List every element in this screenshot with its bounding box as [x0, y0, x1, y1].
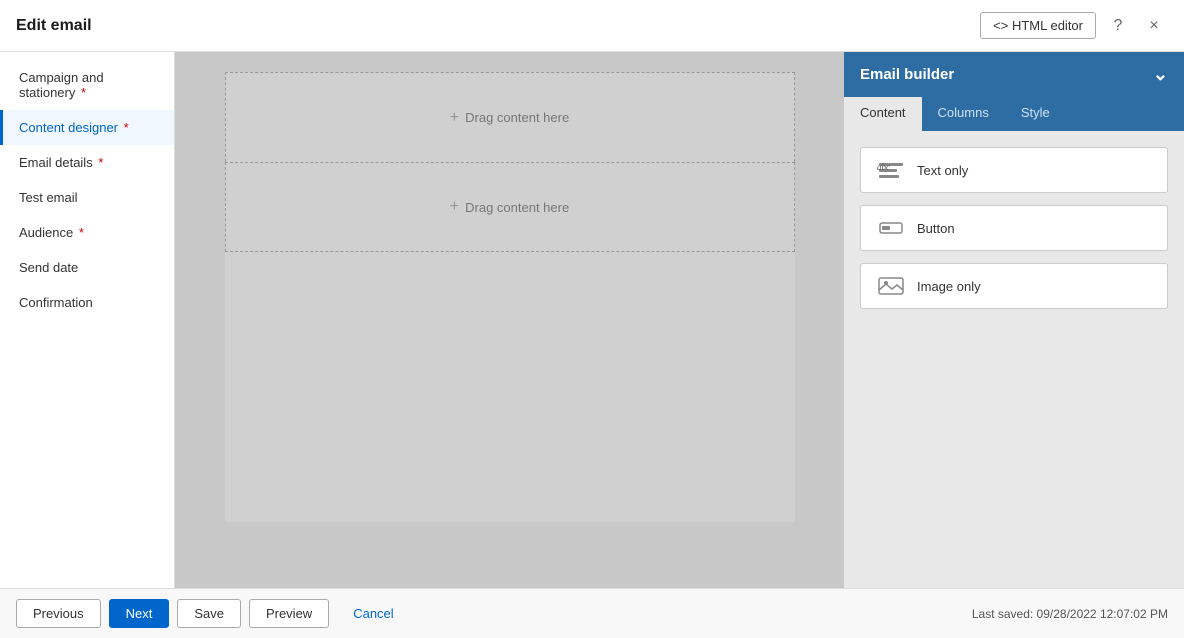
button-icon: [875, 216, 907, 240]
drop-zone-2[interactable]: + Drag content here: [225, 162, 795, 252]
canvas-area: + Drag content here + Drag content here: [175, 52, 844, 588]
sidebar-item-email-details[interactable]: Email details *: [0, 145, 174, 180]
right-panel: Email builder ⌄ Content Columns Style: [844, 52, 1184, 588]
sidebar-item-label: Send date: [19, 260, 78, 275]
preview-button[interactable]: Preview: [249, 599, 329, 628]
last-saved-text: Last saved: 09/28/2022 12:07:02 PM: [972, 607, 1168, 621]
top-bar: Edit email <> HTML editor ? ×: [0, 0, 1184, 52]
previous-button[interactable]: Previous: [16, 599, 101, 628]
sidebar-item-label: Campaign and stationery: [19, 70, 104, 100]
tab-content-label: Content: [860, 105, 906, 120]
top-bar-actions: <> HTML editor ? ×: [980, 12, 1168, 40]
sidebar-item-campaign[interactable]: Campaign and stationery *: [0, 60, 174, 110]
sidebar-item-label: Content designer: [19, 120, 118, 135]
sidebar-item-send-date[interactable]: Send date: [0, 250, 174, 285]
text-only-icon: abc: [875, 158, 907, 182]
svg-text:abc: abc: [877, 162, 890, 172]
right-panel-tabs: Content Columns Style: [844, 97, 1184, 131]
tab-columns-label: Columns: [938, 105, 989, 120]
email-builder-header: Email builder ⌄: [844, 52, 1184, 97]
sidebar-item-confirmation[interactable]: Confirmation: [0, 285, 174, 320]
plus-icon-1: +: [450, 109, 459, 127]
close-icon: ×: [1149, 17, 1158, 35]
email-builder-title: Email builder: [860, 66, 954, 83]
sidebar-item-label: Email details: [19, 155, 93, 170]
content-item-image-only[interactable]: Image only: [860, 263, 1168, 309]
tab-content[interactable]: Content: [844, 97, 922, 131]
content-item-image-only-label: Image only: [917, 279, 981, 294]
required-indicator: *: [75, 225, 84, 240]
bottom-bar: Previous Next Save Preview Cancel Last s…: [0, 588, 1184, 638]
sidebar-item-label: Audience: [19, 225, 73, 240]
page-title: Edit email: [16, 17, 92, 35]
required-indicator: *: [120, 120, 129, 135]
content-item-button[interactable]: Button: [860, 205, 1168, 251]
html-editor-button[interactable]: <> HTML editor: [980, 12, 1096, 39]
help-icon: ?: [1114, 17, 1123, 35]
tab-style[interactable]: Style: [1005, 97, 1066, 131]
email-canvas: + Drag content here + Drag content here: [225, 72, 795, 522]
image-only-icon: [875, 274, 907, 298]
content-item-button-label: Button: [917, 221, 955, 236]
sidebar-item-label: Test email: [19, 190, 78, 205]
chevron-down-icon[interactable]: ⌄: [1153, 64, 1168, 85]
next-button[interactable]: Next: [109, 599, 170, 628]
sidebar-item-test-email[interactable]: Test email: [0, 180, 174, 215]
sidebar-item-label: Confirmation: [19, 295, 93, 310]
save-button[interactable]: Save: [177, 599, 241, 628]
required-indicator: *: [77, 85, 86, 100]
main-layout: Campaign and stationery * Content design…: [0, 52, 1184, 588]
cancel-button[interactable]: Cancel: [337, 600, 409, 627]
drop-zone-1[interactable]: + Drag content here: [225, 72, 795, 162]
drop-zone-1-label: Drag content here: [465, 110, 569, 125]
sidebar: Campaign and stationery * Content design…: [0, 52, 175, 588]
help-button[interactable]: ?: [1104, 12, 1132, 40]
content-item-text-only[interactable]: abc Text only: [860, 147, 1168, 193]
sidebar-item-content-designer[interactable]: Content designer *: [0, 110, 174, 145]
right-panel-content: abc Text only Button: [844, 131, 1184, 588]
close-button[interactable]: ×: [1140, 12, 1168, 40]
sidebar-item-audience[interactable]: Audience *: [0, 215, 174, 250]
content-item-text-only-label: Text only: [917, 163, 968, 178]
tab-columns[interactable]: Columns: [922, 97, 1005, 131]
tab-style-label: Style: [1021, 105, 1050, 120]
plus-icon-2: +: [450, 198, 459, 216]
drop-zone-2-label: Drag content here: [465, 200, 569, 215]
required-indicator: *: [95, 155, 104, 170]
